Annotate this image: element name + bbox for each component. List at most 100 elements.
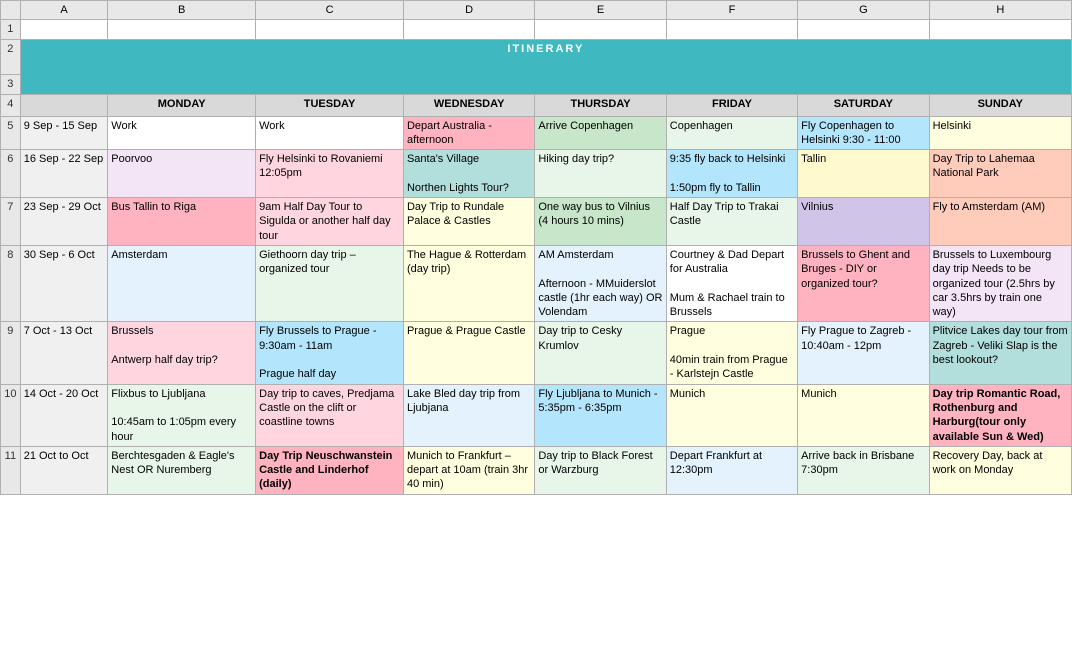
spreadsheet: A B C D E F G H 1 2 ITINERARY 3 4 MONDAY… bbox=[0, 0, 1072, 495]
header-sunday: SUNDAY bbox=[929, 94, 1071, 116]
week-9-friday: Prague 40min train from Prague - Karlste… bbox=[666, 322, 797, 384]
header-tuesday: TUESDAY bbox=[256, 94, 404, 116]
week-row-5: 5 9 Sep - 15 Sep Work Work Depart Austra… bbox=[1, 116, 1072, 150]
week-8-tuesday: Giethoorn day trip – organized tour bbox=[256, 245, 404, 321]
week-9-sunday: Plitvice Lakes day tour from Zagreb - Ve… bbox=[929, 322, 1071, 384]
week-7-wednesday: Day Trip to Rundale Palace & Castles bbox=[403, 198, 534, 246]
header-date bbox=[20, 94, 108, 116]
header-monday: MONDAY bbox=[108, 94, 256, 116]
row-num-10: 10 bbox=[1, 384, 21, 446]
cell-1g bbox=[798, 20, 929, 39]
col-header-g: G bbox=[798, 1, 929, 20]
week-11-date: 21 Oct to Oct bbox=[20, 446, 108, 494]
row-1: 1 bbox=[1, 20, 1072, 39]
week-8-sunday: Brussels to Luxembourg day trip Needs to… bbox=[929, 245, 1071, 321]
week-6-tuesday: Fly Helsinki to Rovaniemi 12:05pm bbox=[256, 150, 404, 198]
week-9-saturday: Fly Prague to Zagreb - 10:40am - 12pm bbox=[798, 322, 929, 384]
week-10-sunday: Day trip Romantic Road, Rothenburg and H… bbox=[929, 384, 1071, 446]
row-num-7: 7 bbox=[1, 198, 21, 246]
week-11-friday: Depart Frankfurt at 12:30pm bbox=[666, 446, 797, 494]
day-header-row: 4 MONDAY TUESDAY WEDNESDAY THURSDAY FRID… bbox=[1, 94, 1072, 116]
week-11-sunday: Recovery Day, back at work on Monday bbox=[929, 446, 1071, 494]
week-7-thursday: One way bus to Vilnius (4 hours 10 mins) bbox=[535, 198, 666, 246]
week-7-tuesday: 9am Half Day Tour to Sigulda or another … bbox=[256, 198, 404, 246]
week-6-sunday: Day Trip to Lahemaa National Park bbox=[929, 150, 1071, 198]
week-10-friday: Munich bbox=[666, 384, 797, 446]
week-row-9: 9 7 Oct - 13 Oct Brussels Antwerp half d… bbox=[1, 322, 1072, 384]
title-cell: ITINERARY bbox=[20, 39, 1071, 94]
cell-1h bbox=[929, 20, 1071, 39]
week-row-7: 7 23 Sep - 29 Oct Bus Tallin to Riga 9am… bbox=[1, 198, 1072, 246]
week-6-saturday: Tallin bbox=[798, 150, 929, 198]
week-9-monday: Brussels Antwerp half day trip? bbox=[108, 322, 256, 384]
header-saturday: SATURDAY bbox=[798, 94, 929, 116]
col-header-a: A bbox=[20, 1, 108, 20]
col-header-f: F bbox=[666, 1, 797, 20]
cell-1d bbox=[403, 20, 534, 39]
week-8-wednesday: The Hague & Rotterdam (day trip) bbox=[403, 245, 534, 321]
week-5-monday: Work bbox=[108, 116, 256, 150]
cell-1c bbox=[256, 20, 404, 39]
week-5-wednesday: Depart Australia - afternoon bbox=[403, 116, 534, 150]
week-7-sunday: Fly to Amsterdam (AM) bbox=[929, 198, 1071, 246]
week-11-tuesday: Day Trip Neuschwanstein Castle and Linde… bbox=[256, 446, 404, 494]
week-row-6: 6 16 Sep - 22 Sep Poorvoo Fly Helsinki t… bbox=[1, 150, 1072, 198]
row-num-5: 5 bbox=[1, 116, 21, 150]
cell-1b bbox=[108, 20, 256, 39]
week-5-saturday: Fly Copenhagen to Helsinki 9:30 - 11:00 bbox=[798, 116, 929, 150]
week-8-saturday: Brussels to Ghent and Bruges - DIY or or… bbox=[798, 245, 929, 321]
week-11-thursday: Day trip to Black Forest or Warzburg bbox=[535, 446, 666, 494]
week-6-date: 16 Sep - 22 Sep bbox=[20, 150, 108, 198]
row-num-9: 9 bbox=[1, 322, 21, 384]
week-row-8: 8 30 Sep - 6 Oct Amsterdam Giethoorn day… bbox=[1, 245, 1072, 321]
week-6-monday: Poorvoo bbox=[108, 150, 256, 198]
week-10-monday: Flixbus to Ljubljana 10:45am to 1:05pm e… bbox=[108, 384, 256, 446]
row-num-8: 8 bbox=[1, 245, 21, 321]
row-num-3: 3 bbox=[1, 74, 21, 94]
week-5-sunday: Helsinki bbox=[929, 116, 1071, 150]
week-11-monday: Berchtesgaden & Eagle's Nest OR Nurember… bbox=[108, 446, 256, 494]
week-9-date: 7 Oct - 13 Oct bbox=[20, 322, 108, 384]
row-num-6: 6 bbox=[1, 150, 21, 198]
cell-1e bbox=[535, 20, 666, 39]
cell-1a bbox=[20, 20, 108, 39]
week-6-friday: 9:35 fly back to Helsinki 1:50pm fly to … bbox=[666, 150, 797, 198]
week-7-saturday: Vilnius bbox=[798, 198, 929, 246]
col-header-b: B bbox=[108, 1, 256, 20]
title-row-2: 2 ITINERARY bbox=[1, 39, 1072, 74]
col-header-d: D bbox=[403, 1, 534, 20]
week-row-11: 11 21 Oct to Oct Berchtesgaden & Eagle's… bbox=[1, 446, 1072, 494]
week-7-date: 23 Sep - 29 Oct bbox=[20, 198, 108, 246]
week-8-monday: Amsterdam bbox=[108, 245, 256, 321]
header-thursday: THURSDAY bbox=[535, 94, 666, 116]
header-wednesday: WEDNESDAY bbox=[403, 94, 534, 116]
col-header-row bbox=[1, 1, 21, 20]
week-10-tuesday: Day trip to caves, Predjama Castle on th… bbox=[256, 384, 404, 446]
week-8-friday: Courtney & Dad Depart for Australia Mum … bbox=[666, 245, 797, 321]
column-headers: A B C D E F G H bbox=[1, 1, 1072, 20]
row-num-1: 1 bbox=[1, 20, 21, 39]
week-7-monday: Bus Tallin to Riga bbox=[108, 198, 256, 246]
week-10-date: 14 Oct - 20 Oct bbox=[20, 384, 108, 446]
week-10-thursday: Fly Ljubljana to Munich - 5:35pm - 6:35p… bbox=[535, 384, 666, 446]
header-friday: FRIDAY bbox=[666, 94, 797, 116]
row-num-11: 11 bbox=[1, 446, 21, 494]
week-5-date: 9 Sep - 15 Sep bbox=[20, 116, 108, 150]
col-header-h: H bbox=[929, 1, 1071, 20]
row-num-2: 2 bbox=[1, 39, 21, 74]
week-7-friday: Half Day Trip to Trakai Castle bbox=[666, 198, 797, 246]
week-5-thursday: Arrive Copenhagen bbox=[535, 116, 666, 150]
row-num-4: 4 bbox=[1, 94, 21, 116]
week-8-date: 30 Sep - 6 Oct bbox=[20, 245, 108, 321]
week-5-friday: Copenhagen bbox=[666, 116, 797, 150]
week-8-thursday: AM Amsterdam Afternoon - MMuiderslot cas… bbox=[535, 245, 666, 321]
col-header-c: C bbox=[256, 1, 404, 20]
week-9-tuesday: Fly Brussels to Prague - 9:30am - 11am P… bbox=[256, 322, 404, 384]
week-10-saturday: Munich bbox=[798, 384, 929, 446]
cell-1f bbox=[666, 20, 797, 39]
week-9-thursday: Day trip to Cesky Krumlov bbox=[535, 322, 666, 384]
week-6-wednesday: Santa's Village Northen Lights Tour? bbox=[403, 150, 534, 198]
week-10-wednesday: Lake Bled day trip from Ljubjana bbox=[403, 384, 534, 446]
week-11-saturday: Arrive back in Brisbane 7:30pm bbox=[798, 446, 929, 494]
week-6-thursday: Hiking day trip? bbox=[535, 150, 666, 198]
